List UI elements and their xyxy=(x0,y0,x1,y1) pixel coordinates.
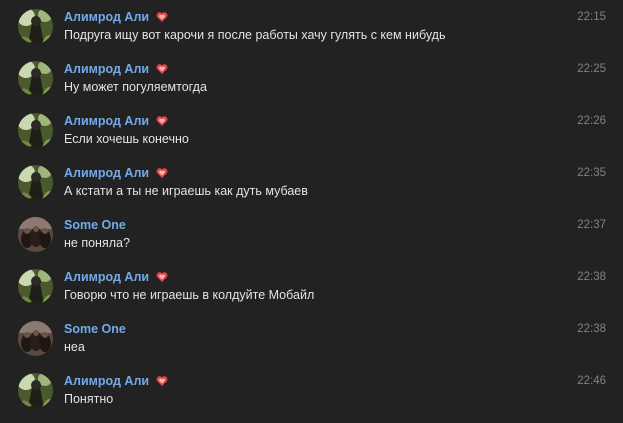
heart-badge-icon xyxy=(156,11,168,23)
heart-badge-icon xyxy=(156,63,168,75)
avatar-someone-icon[interactable] xyxy=(18,321,53,356)
author-name-label[interactable]: Алимрод Али xyxy=(64,269,149,285)
author-name[interactable]: Some One xyxy=(64,217,126,233)
message-timestamp: 22:46 xyxy=(577,375,606,387)
message-text: Говорю что не играешь в колдуйте Мобайл xyxy=(64,288,315,302)
chat-message: Алимрод Али 22:15 Подруга ищу вот карочи… xyxy=(0,9,623,61)
message-timestamp: 22:25 xyxy=(577,63,606,75)
avatar-alimrod-icon[interactable] xyxy=(18,165,53,200)
heart-badge-icon xyxy=(156,167,168,179)
author-name-label[interactable]: Алимрод Али xyxy=(64,113,149,129)
message-text: Если хочешь конечно xyxy=(64,132,189,146)
author-name[interactable]: Some One xyxy=(64,321,126,337)
author-name[interactable]: Алимрод Али xyxy=(64,9,168,25)
message-timestamp: 22:37 xyxy=(577,219,606,231)
message-text: Подруга ищу вот карочи я после работы ха… xyxy=(64,28,446,42)
author-name-label[interactable]: Some One xyxy=(64,217,126,233)
chat-message: Some One 22:38 неа xyxy=(0,321,623,373)
message-text: Ну может погуляемтогда xyxy=(64,80,207,94)
chat-message: Алимрод Али 22:26 Если хочешь конечно xyxy=(0,113,623,165)
chat-message: Some One 22:37 не поняла? xyxy=(0,217,623,269)
message-timestamp: 22:15 xyxy=(577,11,606,23)
chat-message: Алимрод Али 22:25 Ну может погуляемтогда xyxy=(0,61,623,113)
avatar-someone-icon[interactable] xyxy=(18,217,53,252)
author-name[interactable]: Алимрод Али xyxy=(64,61,168,77)
heart-badge-icon xyxy=(156,271,168,283)
message-timestamp: 22:35 xyxy=(577,167,606,179)
message-timestamp: 22:26 xyxy=(577,115,606,127)
author-name-label[interactable]: Алимрод Али xyxy=(64,61,149,77)
avatar-alimrod-icon[interactable] xyxy=(18,269,53,304)
author-name-label[interactable]: Алимрод Али xyxy=(64,9,149,25)
message-timestamp: 22:38 xyxy=(577,271,606,283)
message-timestamp: 22:38 xyxy=(577,323,606,335)
avatar-alimrod-icon[interactable] xyxy=(18,61,53,96)
author-name[interactable]: Алимрод Али xyxy=(64,373,168,389)
message-text: А кстати а ты не играешь как дуть мубаев xyxy=(64,184,308,198)
message-text: Понятно xyxy=(64,392,114,406)
chat-message: Алимрод Али 22:38 Говорю что не играешь … xyxy=(0,269,623,321)
author-name-label[interactable]: Алимрод Али xyxy=(64,373,149,389)
chat-message: Алимрод Али 22:35 А кстати а ты не играе… xyxy=(0,165,623,217)
avatar-alimrod-icon[interactable] xyxy=(18,373,53,408)
avatar-alimrod-icon[interactable] xyxy=(18,9,53,44)
author-name-label[interactable]: Алимрод Али xyxy=(64,165,149,181)
chat-message: Алимрод Али 22:46 Понятно xyxy=(0,373,623,423)
message-text: не поняла? xyxy=(64,236,130,250)
author-name[interactable]: Алимрод Али xyxy=(64,113,168,129)
avatar-alimrod-icon[interactable] xyxy=(18,113,53,148)
author-name[interactable]: Алимрод Али xyxy=(64,269,168,285)
heart-badge-icon xyxy=(156,115,168,127)
chat-history: Алимрод Али 22:15 Подруга ищу вот карочи… xyxy=(0,0,623,423)
author-name-label[interactable]: Some One xyxy=(64,321,126,337)
author-name[interactable]: Алимрод Али xyxy=(64,165,168,181)
heart-badge-icon xyxy=(156,375,168,387)
message-text: неа xyxy=(64,340,85,354)
